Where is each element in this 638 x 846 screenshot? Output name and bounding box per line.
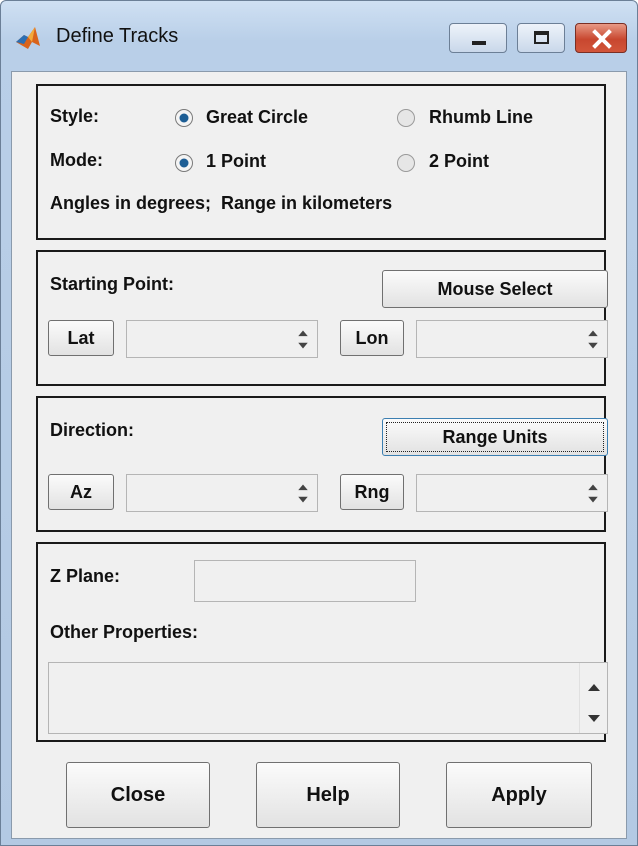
- window-title: Define Tracks: [56, 25, 179, 47]
- spinner-arrows-icon[interactable]: [289, 475, 317, 511]
- 2-point-label[interactable]: 2 Point: [429, 151, 489, 172]
- scroll-arrows-icon[interactable]: [580, 663, 608, 735]
- style-label: Style:: [50, 106, 100, 126]
- lat-spinner[interactable]: [126, 320, 318, 358]
- mode-label: Mode:: [50, 150, 103, 170]
- scrollbar[interactable]: [579, 663, 607, 733]
- close-button[interactable]: Close: [66, 762, 210, 828]
- title-bar[interactable]: Define Tracks: [1, 1, 637, 71]
- az-button[interactable]: Az: [48, 474, 114, 510]
- spinner-arrows-icon[interactable]: [579, 475, 607, 511]
- focus-ring: [386, 422, 604, 452]
- maximize-icon: [534, 31, 549, 44]
- minimize-button[interactable]: [449, 23, 507, 53]
- close-window-button[interactable]: [575, 23, 627, 53]
- rhumb-line-label[interactable]: Rhumb Line: [429, 107, 533, 128]
- spinner-arrows-icon[interactable]: [579, 321, 607, 357]
- radio-1-point[interactable]: [174, 153, 194, 173]
- 1-point-label[interactable]: 1 Point: [206, 151, 266, 172]
- zplane-field[interactable]: [194, 560, 416, 602]
- matlab-icon: [16, 27, 40, 49]
- lon-spinner[interactable]: [416, 320, 608, 358]
- zplane-panel: Z Plane: Other Properties:: [36, 542, 608, 742]
- rng-button[interactable]: Rng: [340, 474, 404, 510]
- spinner-arrows-icon[interactable]: [289, 321, 317, 357]
- other-properties-box[interactable]: [48, 662, 608, 734]
- style-panel: Style: Great Circle Rhumb Line Mode: 1 P…: [36, 84, 606, 240]
- direction-panel: Direction: Range Units Az Rng: [36, 396, 608, 532]
- mouse-select-button[interactable]: Mouse Select: [382, 270, 608, 308]
- units-note: Angles in degrees; Range in kilometers: [50, 193, 393, 213]
- radio-rhumb-line[interactable]: [396, 108, 416, 128]
- radio-great-circle[interactable]: [174, 108, 194, 128]
- radio-2-point[interactable]: [396, 153, 416, 173]
- starting-point-panel: Starting Point: Mouse Select Lat Lon: [36, 250, 608, 386]
- lon-button[interactable]: Lon: [340, 320, 404, 356]
- dialog-body: Style: Great Circle Rhumb Line Mode: 1 P…: [11, 71, 627, 839]
- great-circle-label[interactable]: Great Circle: [206, 107, 308, 128]
- define-tracks-window: Define Tracks Style: Great Circle Rhumb …: [0, 0, 638, 846]
- minimize-icon: [472, 41, 486, 45]
- range-units-button[interactable]: Range Units: [382, 418, 608, 456]
- starting-point-label: Starting Point:: [50, 274, 174, 294]
- help-button[interactable]: Help: [256, 762, 400, 828]
- az-spinner[interactable]: [126, 474, 318, 512]
- rng-spinner[interactable]: [416, 474, 608, 512]
- maximize-button[interactable]: [517, 23, 565, 53]
- direction-label: Direction:: [50, 420, 135, 440]
- close-icon: [592, 29, 612, 49]
- other-properties-label: Other Properties:: [50, 622, 199, 642]
- lat-button[interactable]: Lat: [48, 320, 114, 356]
- zplane-label: Z Plane:: [50, 566, 121, 586]
- apply-button[interactable]: Apply: [446, 762, 592, 828]
